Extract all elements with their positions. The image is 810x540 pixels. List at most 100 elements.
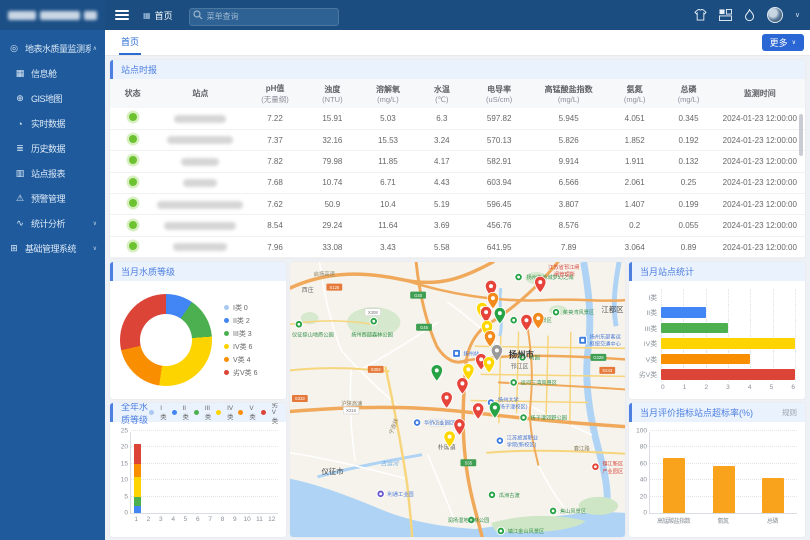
map-poi-icon[interactable] xyxy=(510,379,517,387)
user-avatar[interactable] xyxy=(767,7,783,23)
map-canvas[interactable]: G40G45S35G328S353S125S333S243X308X216X20… xyxy=(290,262,625,537)
gridline xyxy=(795,367,796,383)
more-button[interactable]: 更多 ∨ xyxy=(762,34,804,51)
map-label: 扬州大学 xyxy=(498,395,519,403)
panel-header: 当月水质等级 xyxy=(110,262,286,281)
table-scrollbar[interactable] xyxy=(799,114,803,156)
cell-value: 596.45 xyxy=(468,194,531,215)
map-poi-icon[interactable] xyxy=(549,507,556,515)
column-header: pH值(无量纲) xyxy=(246,79,305,108)
hbar-value xyxy=(661,307,706,318)
map-poi-icon[interactable] xyxy=(510,316,517,324)
sidebar-item-4[interactable]: ≣历史数据 xyxy=(0,136,105,161)
legend-label: V类 4 xyxy=(233,355,251,365)
flame-icon[interactable] xyxy=(744,9,755,22)
theme-shirt-icon[interactable] xyxy=(694,9,707,21)
svg-text:G328: G328 xyxy=(593,355,604,360)
legend-dot xyxy=(261,410,266,415)
status-dot-normal xyxy=(129,199,137,207)
map-poi-icon[interactable] xyxy=(488,491,495,499)
layout-fullscreen-icon[interactable] xyxy=(719,9,732,21)
map-poi-icon[interactable] xyxy=(377,490,384,498)
sidebar-item-2[interactable]: ⊕GIS地图 xyxy=(0,86,105,111)
sidebar-item-8[interactable]: ⊞基础管理系统∨ xyxy=(0,236,105,261)
hbar-value xyxy=(661,323,728,334)
rules-link[interactable]: 规则 xyxy=(782,407,797,418)
hamburger-menu-icon[interactable] xyxy=(115,8,129,22)
map-poi-icon[interactable] xyxy=(579,336,587,344)
map-label: 产业园区 xyxy=(602,467,623,475)
cell-value: 570.13 xyxy=(468,129,531,150)
nav-home[interactable]: ▦ 首页 xyxy=(143,9,173,22)
map-poi-icon[interactable] xyxy=(453,349,461,357)
station-name-redacted xyxy=(164,222,236,230)
y-tick-label: 0 xyxy=(643,510,647,517)
cell-time: 2024-01-23 12:00:00 xyxy=(715,108,805,129)
table-header: 状态站点pH值(无量纲)浊度(NTU)溶解氧(mg/L)水温(℃)电导率(uS/… xyxy=(110,79,805,108)
hbar-label: IV类 xyxy=(635,338,661,348)
hbar-row-I类: I类 xyxy=(635,289,795,305)
map-label: 江苏省邗江闸 xyxy=(548,263,579,271)
cell-value: 4.051 xyxy=(607,108,663,129)
sidebar-item-6[interactable]: ⚠预警管理 xyxy=(0,186,105,211)
map-poi-icon[interactable] xyxy=(413,419,420,427)
tab-home[interactable]: 首页 xyxy=(119,35,141,55)
vbar-总磷 xyxy=(762,478,784,513)
road-badge-S35: S35 xyxy=(460,459,476,466)
hbar-value xyxy=(661,369,795,380)
cell-value: 7.62 xyxy=(246,194,305,215)
sidebar-item-3[interactable]: ◔实时数据 xyxy=(0,111,105,136)
map-poi-icon[interactable] xyxy=(496,437,503,445)
map-poi-icon[interactable] xyxy=(592,463,599,471)
chevron-down-icon[interactable]: ∨ xyxy=(795,11,800,19)
sidebar-item-5[interactable]: ▥站点报表 xyxy=(0,161,105,186)
map-poi-icon[interactable] xyxy=(295,320,302,328)
more-button-label: 更多 xyxy=(770,36,788,49)
sidebar: ◎地表水质量监测系统∧▦信息舱⊕GIS地图◔实时数据≣历史数据▥站点报表⚠预警管… xyxy=(0,0,105,540)
search-input[interactable] xyxy=(189,8,339,26)
cell-time: 2024-01-23 12:00:00 xyxy=(715,194,805,215)
column-header: 溶解氧(mg/L) xyxy=(360,79,416,108)
panel-title: 站点时报 xyxy=(121,63,157,76)
sidebar-item-icon: ◔ xyxy=(14,119,26,129)
topbar: ▦ 首页 ∨ xyxy=(105,0,810,30)
table-body: 7.2215.915.036.3597.825.9454.0510.345202… xyxy=(110,108,805,258)
cell-value: 29.24 xyxy=(305,215,361,236)
sidebar-item-label: GIS地图 xyxy=(31,92,97,105)
gridline xyxy=(750,351,751,367)
x-tick-label: 11 xyxy=(253,516,265,523)
table-row: 7.2215.915.036.3597.825.9454.0510.345202… xyxy=(110,108,805,129)
map-poi-icon[interactable] xyxy=(520,414,527,422)
road-badge-S243: S243 xyxy=(599,367,615,374)
legend-item: IV类 6 xyxy=(224,342,258,352)
panel-header: 站点时报 xyxy=(110,60,805,79)
gridline xyxy=(683,289,684,305)
map-poi-icon[interactable] xyxy=(515,273,522,281)
station-report-panel: 站点时报 状态站点pH值(无量纲)浊度(NTU)溶解氧(mg/L)水温(℃)电导… xyxy=(110,60,805,258)
legend-label: I类 xyxy=(160,405,166,421)
map-poi-icon[interactable] xyxy=(497,527,504,535)
hbar-value xyxy=(661,338,795,349)
svg-text:G40: G40 xyxy=(414,293,423,298)
sidebar-item-7[interactable]: ∿统计分析∨ xyxy=(0,211,105,236)
stack-legend: I类II类III类IV类V类劣V类 xyxy=(149,403,278,425)
bar-segment-劣V类 xyxy=(134,444,141,464)
sidebar-menu: ◎地表水质量监测系统∧▦信息舱⊕GIS地图◔实时数据≣历史数据▥站点报表⚠预警管… xyxy=(0,30,105,261)
search-icon xyxy=(193,10,203,20)
map-label: 朴席镇 xyxy=(438,444,456,452)
map-label: 西庄 xyxy=(302,286,314,294)
station-map[interactable]: G40G45S35G328S353S125S333S243X308X216X20… xyxy=(290,262,625,537)
cell-value: 7.22 xyxy=(246,108,305,129)
cell-value: 3.43 xyxy=(360,236,416,257)
cell-value: 5.826 xyxy=(530,129,606,150)
logo-redacted-block xyxy=(84,11,97,20)
sidebar-item-0[interactable]: ◎地表水质量监测系统∧ xyxy=(0,36,105,61)
panel-title: 当月评价指标站点超标率(%) xyxy=(640,406,753,419)
hbar-track xyxy=(661,305,795,321)
map-poi-icon[interactable] xyxy=(552,308,559,316)
map-poi-icon[interactable] xyxy=(370,317,377,325)
map-label: 闸管理所 xyxy=(554,270,576,278)
x-tick-label: 2 xyxy=(704,384,708,391)
map-label: 学院(新校区) xyxy=(507,441,537,449)
sidebar-item-1[interactable]: ▦信息舱 xyxy=(0,61,105,86)
